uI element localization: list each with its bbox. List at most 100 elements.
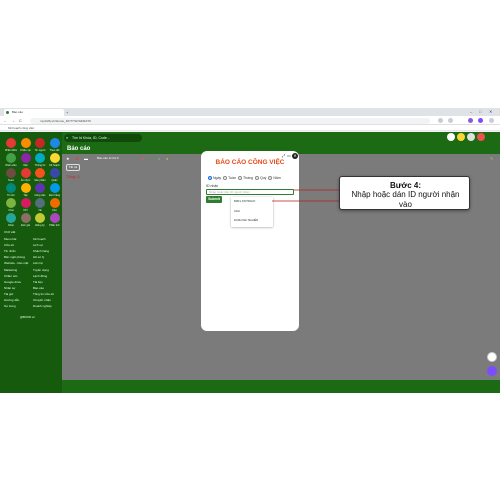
report-modal: ⤢ ▭ ✕ BÁO CÁO CÔNG VIỆC Ngày Tuần Tháng Quý…: [201, 151, 299, 331]
sidebar-app-icon[interactable]: [35, 138, 45, 148]
inbox-icon[interactable]: [477, 133, 485, 141]
sidebar-app-icon[interactable]: [49, 213, 60, 223]
sidebar-menu-item[interactable]: Chuyển nhận: [33, 298, 51, 302]
url-field[interactable]: my.bizfly.vn/Home_4077/?id=b#4107C: [30, 117, 430, 124]
sidebar-app-icon[interactable]: [6, 213, 16, 223]
sidebar-menu-item[interactable]: Kế hoạch: [33, 237, 46, 241]
sidebar-menu-item[interactable]: Tuyển dụng: [33, 268, 49, 272]
expand-icon[interactable]: ⤢: [282, 153, 285, 158]
sidebar-menu-item[interactable]: Liên hệ: [33, 261, 43, 265]
sidebar-menu-item[interactable]: Chăm sóc: [4, 274, 18, 278]
period-label: Ngày: [213, 176, 222, 180]
sidebar-menu-item[interactable]: Tổng tin cửa số: [33, 292, 54, 296]
sidebar-menu-item[interactable]: Khách hàng: [33, 249, 49, 253]
star-icon[interactable]: [438, 118, 443, 123]
tab-bao-cao[interactable]: Báo cáo: [4, 109, 64, 116]
sidebar-app-icon[interactable]: [20, 213, 31, 223]
assistant-icon[interactable]: [487, 366, 497, 376]
sidebar-app-icon[interactable]: [35, 183, 45, 193]
maximize-button[interactable]: □: [479, 109, 481, 115]
minimize-button[interactable]: –: [470, 109, 472, 115]
user-avatar[interactable]: [467, 133, 475, 141]
sidebar-menu-item[interactable]: Lệnh đồng: [33, 274, 47, 278]
bottom-strip: [62, 380, 500, 393]
home-icon[interactable]: [447, 133, 455, 141]
reload-button[interactable]: C: [19, 117, 22, 124]
sidebar-app-icon[interactable]: [20, 198, 31, 208]
notification-icon[interactable]: [457, 133, 465, 141]
mail-icon[interactable]: M: [75, 156, 78, 161]
sidebar-app-icon[interactable]: [35, 153, 45, 163]
sidebar-app-icon[interactable]: [6, 153, 16, 163]
period-label: Tuần: [228, 176, 237, 180]
dropdown-item[interactable]: BIZFL FINTRACK: [234, 200, 255, 203]
new-tab-button[interactable]: +: [66, 109, 68, 116]
sidebar-menu-item[interactable]: Google drive: [4, 280, 21, 284]
sidebar-app-icon[interactable]: [49, 198, 60, 208]
sidebar-app-icon[interactable]: [49, 153, 60, 163]
sidebar-menu-item[interactable]: Hướng dẫn: [4, 298, 19, 302]
sidebar-menu-item[interactable]: Hồ sơ lý: [33, 255, 44, 259]
sidebar-menu-item[interactable]: Cửa sổ: [4, 243, 14, 247]
period-radio-tuần[interactable]: Tuần: [221, 176, 237, 181]
radio-icon: [238, 176, 243, 181]
dropdown-item[interactable]: ANH: [234, 210, 240, 213]
tab-title: Báo cáo: [12, 110, 24, 114]
toolbar-sync-icon[interactable]: ●: [166, 156, 168, 161]
sidebar-app-icon[interactable]: [20, 153, 31, 163]
restore-icon[interactable]: ▭: [287, 153, 291, 158]
sidebar-menu-item[interactable]: Lịch sự: [33, 243, 43, 247]
sidebar-app-icon[interactable]: [49, 168, 60, 178]
sidebar-app-icon[interactable]: [49, 138, 60, 148]
radio-icon: [254, 176, 259, 181]
sidebar-app-icon[interactable]: [49, 183, 60, 193]
close-window-button[interactable]: ✕: [489, 109, 492, 115]
sidebar-menu-item[interactable]: Tin nhắn: [4, 249, 16, 253]
sidebar-menu-item[interactable]: Báo cáo: [33, 286, 44, 290]
chat-icon[interactable]: [487, 352, 497, 362]
extension-icon[interactable]: [448, 118, 453, 123]
sidebar-menu-item[interactable]: Tài liệu: [33, 280, 43, 284]
sidebar-menu-item[interactable]: Bán ngôi phòng: [4, 255, 25, 259]
sidebar-menu-item[interactable]: Doanh nghiệp: [33, 304, 52, 308]
sidebar-menu-item[interactable]: Tài giờ: [4, 292, 13, 296]
dropdown-item[interactable]: DANH NHI NGHIÊN: [234, 219, 258, 222]
bookmark-item[interactable]: Kế hoạch công việc: [8, 126, 34, 130]
sidebar-menu-item[interactable]: Website - bảo mật: [4, 261, 28, 265]
period-radio-quý[interactable]: Quý: [253, 176, 266, 181]
star-filter-icon[interactable]: ★: [66, 156, 70, 161]
period-radio-năm[interactable]: Năm: [266, 176, 281, 181]
submit-button[interactable]: Submit: [206, 196, 222, 203]
sidebar-menu-item[interactable]: Marketing: [4, 268, 17, 272]
toolbar-green-icon[interactable]: ●: [150, 156, 152, 161]
sidebar-app-icon[interactable]: [6, 138, 16, 148]
sidebar-app-icon[interactable]: [20, 138, 31, 148]
recipient-id-input[interactable]: Nhập hoặc dán ID người nhận: [206, 189, 294, 195]
forward-button[interactable]: →: [11, 117, 15, 124]
sidebar-menu-item[interactable]: Menu bài: [4, 237, 16, 241]
sidebar-app-icon[interactable]: [35, 213, 45, 223]
period-radio-tháng[interactable]: Tháng: [236, 176, 253, 181]
report-period-select[interactable]: Báo cáo từ lúc ▾: [97, 156, 119, 161]
sidebar-app-icon[interactable]: [6, 183, 16, 193]
profile-avatar[interactable]: [468, 118, 473, 123]
back-button[interactable]: ←: [3, 117, 7, 124]
sidebar-menu-item[interactable]: Nhân sự: [4, 286, 16, 290]
folder-icon[interactable]: ▬: [84, 156, 88, 161]
search-input[interactable]: ⌕ Tìm Id Khóa, ID, Code...: [64, 134, 142, 142]
sidebar-menu-item[interactable]: Sự trung: [4, 304, 16, 308]
sidebar-app-icon[interactable]: [6, 168, 16, 178]
menu-dots-icon[interactable]: [489, 118, 494, 123]
sidebar-app-icon[interactable]: [20, 183, 31, 193]
sidebar-app-icon[interactable]: [35, 168, 45, 178]
sidebar-app-icon[interactable]: [6, 198, 16, 208]
callout-title: Bước 4:: [389, 181, 422, 190]
edit-icon[interactable]: ✎: [490, 156, 493, 161]
filter-all-chip[interactable]: Tất cả: [66, 164, 80, 171]
period-radio-ngày[interactable]: Ngày: [206, 176, 222, 181]
toolbar-refresh-icon[interactable]: ●: [158, 156, 160, 161]
toolbar-red-icon[interactable]: ●: [142, 156, 144, 161]
sidebar-app-icon[interactable]: [20, 168, 31, 178]
extension-purple-icon[interactable]: [478, 118, 483, 123]
sidebar-app-icon[interactable]: [35, 198, 45, 208]
